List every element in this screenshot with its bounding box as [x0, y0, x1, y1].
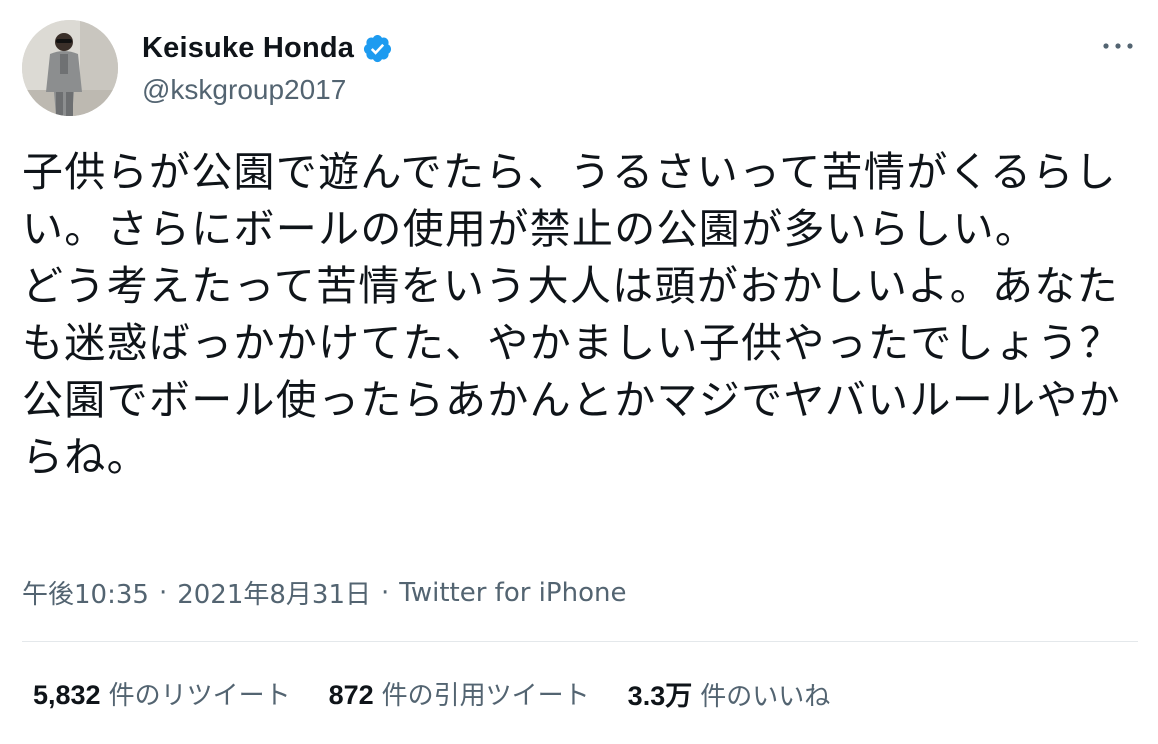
quotes-label: 件の引用ツイート [381, 681, 590, 711]
likes-stat[interactable]: 3.3万 件のいいね [628, 674, 831, 713]
tweet-date[interactable]: 2021年8月31日 [177, 574, 371, 611]
retweets-stat[interactable]: 5,832 件のリツイート [33, 675, 291, 712]
retweets-count: 5,832 [33, 680, 101, 710]
tweet-source[interactable]: Twitter for iPhone [399, 578, 626, 608]
likes-label: 件のいいね [700, 682, 831, 712]
meta-separator: · [158, 577, 168, 608]
avatar[interactable] [22, 20, 118, 116]
quotes-stat[interactable]: 872 件の引用ツイート [329, 675, 590, 712]
divider [22, 641, 1138, 642]
author-name-row: Keisuke Honda [142, 28, 393, 68]
likes-count: 3.3万 [627, 681, 693, 711]
meta-separator: · [381, 577, 390, 608]
tweet-stats: 5,832 件のリツイート 872 件の引用ツイート 3.3万 件のいいね [33, 674, 868, 713]
profile-photo-icon [22, 20, 118, 116]
author-handle[interactable]: @kskgroup2017 [142, 74, 346, 106]
tweet-header: Keisuke Honda @kskgroup2017 [22, 20, 1138, 116]
tweet-text: 子供らが公園で遊んでたら、うるさいって苦情がくるらしい。さらにボールの使用が禁止… [22, 148, 1122, 481]
tweet-metadata: 午後10:35 · 2021年8月31日 · Twitter for iPhon… [22, 574, 626, 611]
display-name[interactable]: Keisuke Honda [142, 32, 354, 65]
retweets-label: 件のリツイート [108, 681, 291, 711]
verified-badge-icon [362, 33, 393, 64]
tweet-time[interactable]: 午後10:35 [22, 574, 149, 611]
quotes-count: 872 [328, 680, 374, 710]
more-options-icon[interactable] [1098, 34, 1138, 58]
